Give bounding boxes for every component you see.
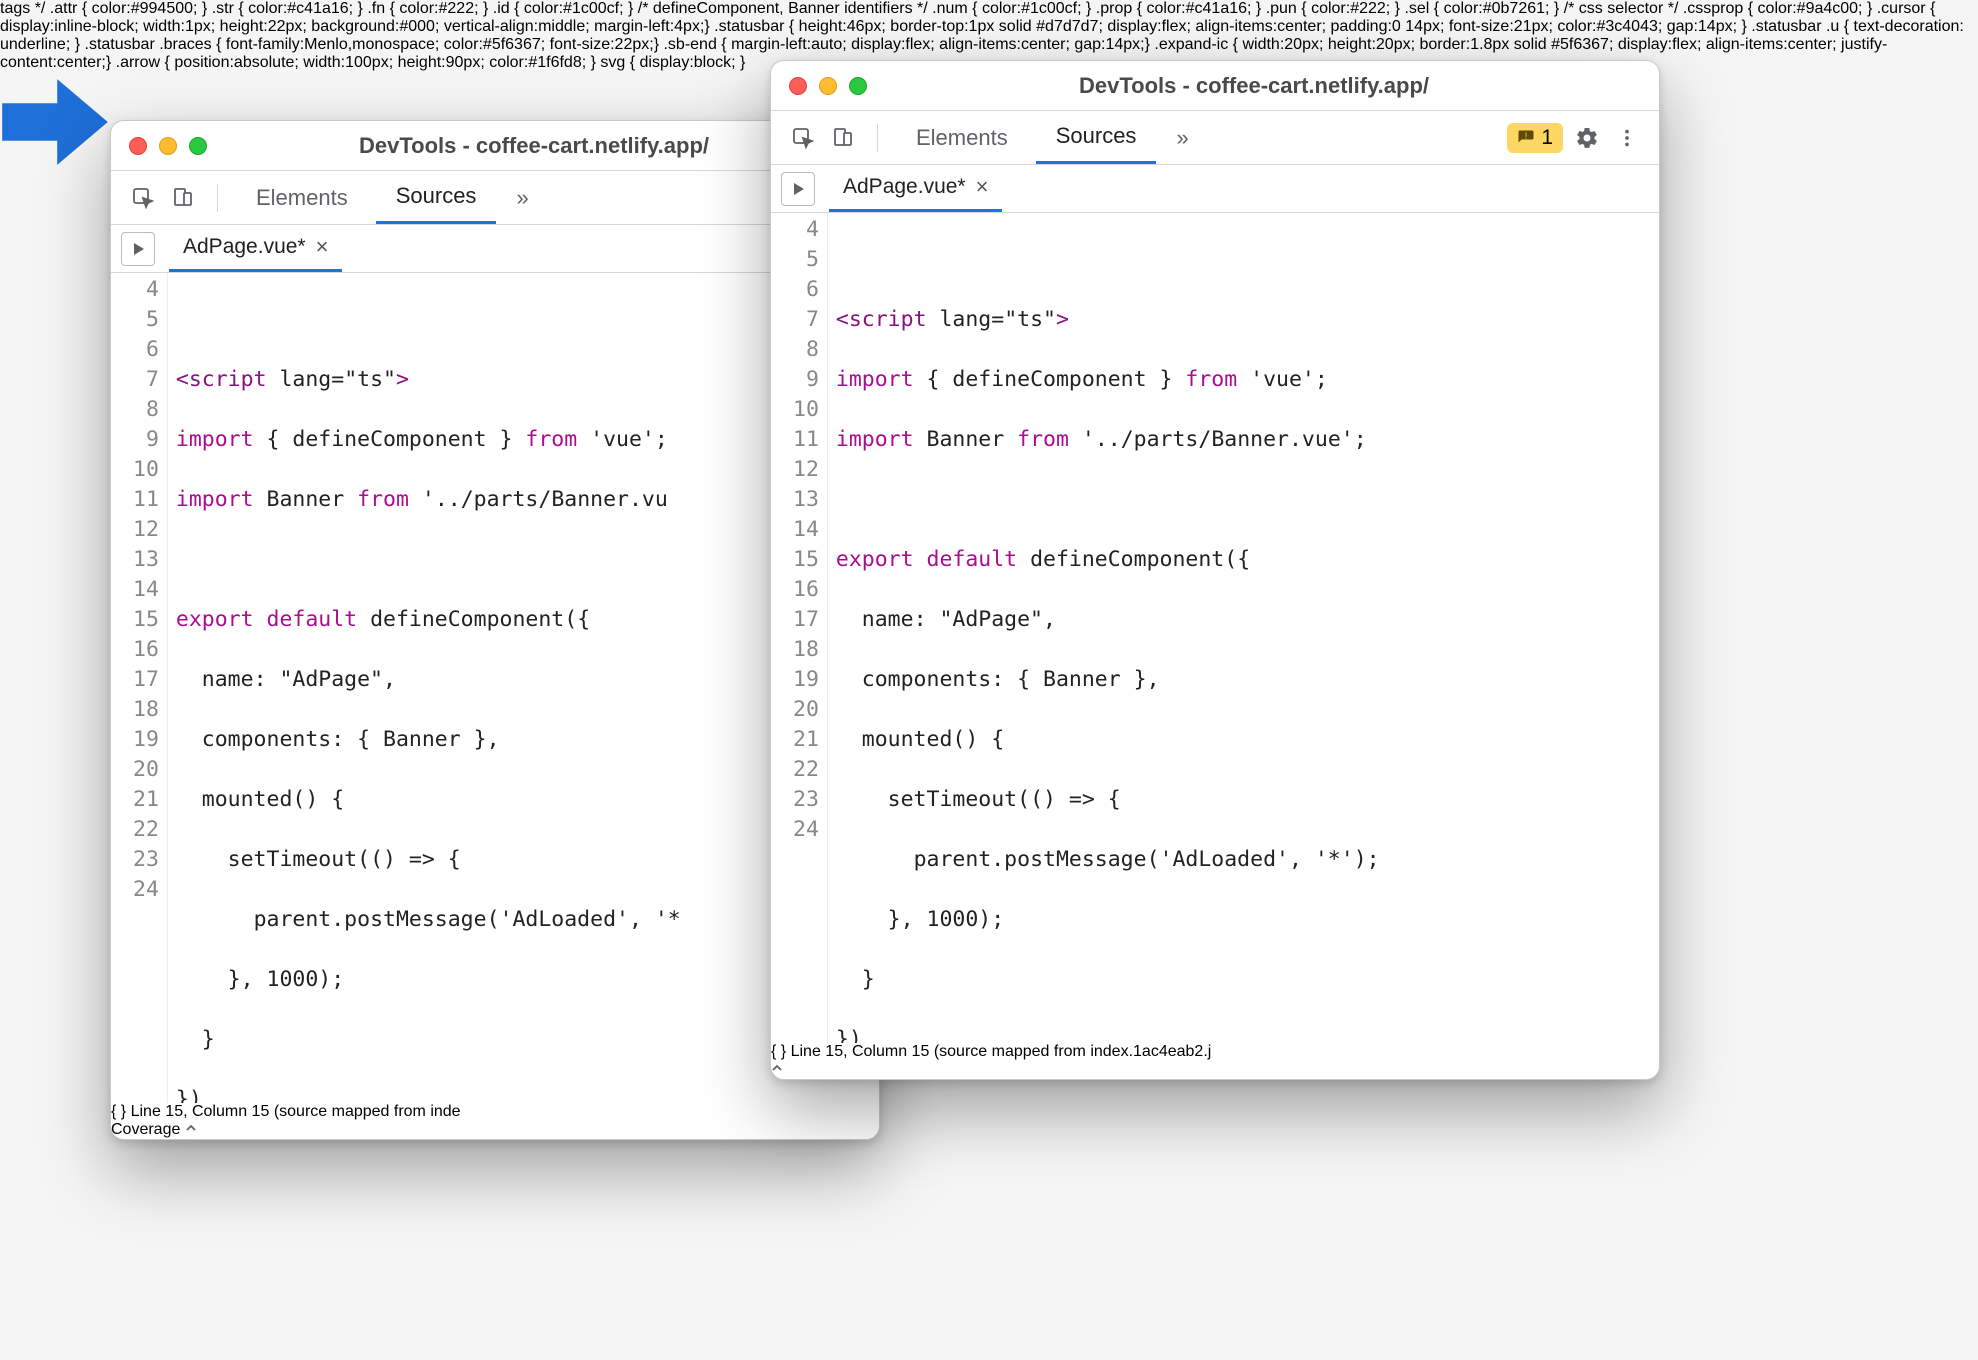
maximize-icon[interactable] xyxy=(849,77,867,95)
cursor-position: Line 15, Column 15 xyxy=(131,1103,270,1120)
expand-icon[interactable] xyxy=(771,1061,783,1078)
issues-badge[interactable]: ! 1 xyxy=(1507,123,1563,153)
minimize-icon[interactable] xyxy=(819,77,837,95)
titlebar: DevTools - coffee-cart.netlify.app/ xyxy=(111,121,879,171)
titlebar: DevTools - coffee-cart.netlify.app/ xyxy=(771,61,1659,111)
minimize-icon[interactable] xyxy=(159,137,177,155)
close-tab-icon[interactable]: × xyxy=(316,234,329,260)
sourcemap-info: (source mapped from inde xyxy=(274,1103,461,1120)
file-tab-adpage[interactable]: AdPage.vue* × xyxy=(169,225,342,272)
line-gutter: 456789101112131415161718192021222324 xyxy=(771,213,828,1043)
statusbar: { } Line 15, Column 15 (source mapped fr… xyxy=(111,1103,879,1139)
tab-sources[interactable]: Sources xyxy=(1036,111,1157,164)
statusbar: { } Line 15, Column 15 (source mapped fr… xyxy=(771,1043,1659,1079)
traffic-lights xyxy=(129,137,207,155)
snippets-icon[interactable] xyxy=(121,232,155,266)
line-gutter: 456789101112131415161718192021222324 xyxy=(111,273,168,1103)
settings-icon[interactable] xyxy=(1571,122,1603,154)
svg-text:!: ! xyxy=(1525,130,1528,140)
pretty-print-icon[interactable]: { } xyxy=(111,1103,126,1120)
sourcemap-info: (source mapped from index.1ac4eab2.j xyxy=(934,1043,1212,1060)
file-tabs: AdPage.vue* × xyxy=(771,165,1659,213)
device-icon[interactable] xyxy=(827,122,859,154)
more-tabs-icon[interactable]: » xyxy=(504,185,540,211)
code-content: <script lang="ts"> import { defineCompon… xyxy=(168,273,689,1103)
kebab-menu-icon[interactable] xyxy=(1611,122,1643,154)
snippets-icon[interactable] xyxy=(781,172,815,206)
drawer-tab-coverage[interactable]: Coverage xyxy=(111,1121,180,1138)
more-tabs-icon[interactable]: » xyxy=(1164,125,1200,151)
inspect-icon[interactable] xyxy=(127,182,159,214)
devtools-window-before: DevTools - coffee-cart.netlify.app/ Elem… xyxy=(110,120,880,1140)
code-editor[interactable]: 456789101112131415161718192021222324 <sc… xyxy=(771,213,1659,1043)
devtools-toolbar: Elements Sources » ! 1 xyxy=(771,111,1659,165)
code-content: <script lang="ts"> import { defineCompon… xyxy=(828,213,1388,1043)
close-icon[interactable] xyxy=(129,137,147,155)
code-editor[interactable]: 456789101112131415161718192021222324 <sc… xyxy=(111,273,879,1103)
devtools-window-after: DevTools - coffee-cart.netlify.app/ Elem… xyxy=(770,60,1660,1080)
traffic-lights xyxy=(789,77,867,95)
pretty-print-icon[interactable]: { } xyxy=(771,1043,786,1060)
file-tabs: AdPage.vue* × xyxy=(111,225,879,273)
file-tab-adpage[interactable]: AdPage.vue* × xyxy=(829,165,1002,212)
window-title: DevTools - coffee-cart.netlify.app/ xyxy=(207,133,861,159)
device-icon[interactable] xyxy=(167,182,199,214)
close-icon[interactable] xyxy=(789,77,807,95)
inspect-icon[interactable] xyxy=(787,122,819,154)
expand-icon[interactable] xyxy=(185,1121,197,1138)
cursor-position: Line 15, Column 15 xyxy=(791,1043,930,1060)
tab-sources[interactable]: Sources xyxy=(376,171,497,224)
window-title: DevTools - coffee-cart.netlify.app/ xyxy=(867,73,1641,99)
tab-elements[interactable]: Elements xyxy=(896,111,1028,164)
file-tab-label: AdPage.vue* xyxy=(843,175,966,199)
tab-elements[interactable]: Elements xyxy=(236,171,368,224)
close-tab-icon[interactable]: × xyxy=(976,174,989,200)
file-tab-label: AdPage.vue* xyxy=(183,235,306,259)
maximize-icon[interactable] xyxy=(189,137,207,155)
devtools-toolbar: Elements Sources » xyxy=(111,171,879,225)
